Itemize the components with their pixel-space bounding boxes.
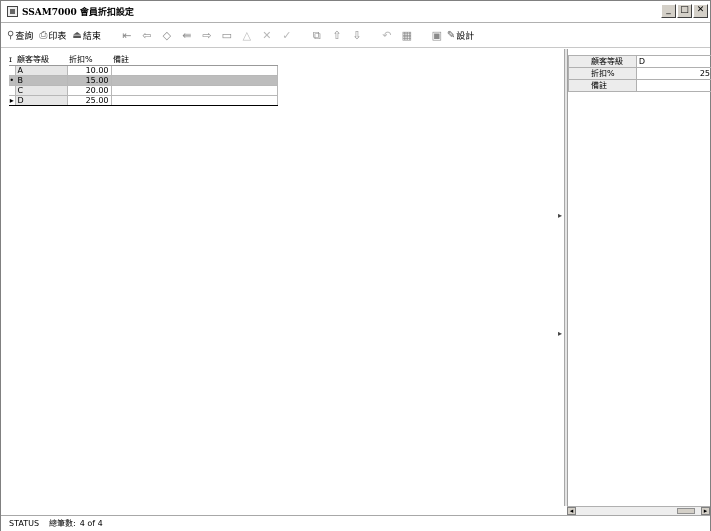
collapse-arrow-icon[interactable]: ▸ [558,329,562,338]
last-icon[interactable]: ⇨ [197,29,217,42]
property-row: 備註 [568,79,711,92]
cell-discount[interactable]: 15.00 [66,75,112,86]
status-bar: STATUS 總筆數: 4 of 4 [1,515,710,531]
prev-page-icon[interactable]: ⇦ [137,29,157,42]
cell-discount[interactable]: 25.00 [66,95,112,106]
window-controls: _ □ ✕ [661,4,708,18]
toolbar: ⚲ 查詢 ⎙ 印表 ⏏ 結束 ⇤ ⇦ ◇ ⇚ ⇨ ▭ △ ✕ ✓ ⧉ ⇧ ⇩ ↶… [1,24,710,48]
next-icon[interactable]: ⇚ [177,29,197,42]
exit-button[interactable]: ⏏ 結束 [72,27,100,45]
table-row[interactable]: C 20.00 [9,85,278,96]
table-row[interactable]: ▸ D 25.00 [9,95,278,106]
cell-discount[interactable]: 20.00 [66,85,112,96]
print-button[interactable]: ⎙ 印表 [39,27,66,45]
property-label: 備註 [568,79,637,92]
property-value-grade[interactable]: D [635,55,711,68]
grid-icon[interactable]: ▦ [397,29,417,42]
property-row: 顧客等級 D [568,55,711,68]
cancel-icon[interactable]: ✕ [257,29,277,42]
cell-grade[interactable]: A [14,65,68,76]
property-label: 顧客等級 [568,55,637,68]
column-header-grade[interactable]: 顧客等級 [15,54,67,66]
exit-label: 結束 [82,32,101,42]
design-label: 設計 [456,32,475,42]
printer-icon: ⎙ [39,30,48,41]
confirm-icon[interactable]: ✓ [277,29,297,42]
cell-note[interactable] [110,85,278,96]
column-header-discount[interactable]: 折扣% [67,54,111,66]
query-label: 查詢 [15,32,34,42]
maximize-button[interactable]: □ [677,4,692,18]
copy-icon[interactable]: ⧉ [307,29,327,43]
cell-grade[interactable]: C [14,85,68,96]
binoculars-icon: ⚲ [7,30,15,41]
title-bar: SSAM7000 會員折扣設定 _ □ ✕ [1,1,710,23]
detail-panel: 顧客等級 D 折扣% 25 備註 [567,49,711,506]
record-count-label: 總筆數: [49,519,76,528]
cell-discount[interactable]: 10.00 [66,65,112,76]
horizontal-scrollbar[interactable]: ◂ ▸ [567,506,710,515]
grid-panel: ɪ 顧客等級 折扣% 備註 A 10.00 • B 15.00 C 20.00 … [1,49,564,506]
exit-icon: ⏏ [72,30,82,41]
app-icon [7,6,18,17]
table-row[interactable]: A 10.00 [9,65,278,76]
app-window: SSAM7000 會員折扣設定 _ □ ✕ ⚲ 查詢 ⎙ 印表 ⏏ 結束 ⇤ ⇦… [0,0,711,531]
cell-grade[interactable]: B [14,75,68,86]
scroll-left-icon[interactable]: ◂ [567,507,576,515]
property-label: 折扣% [568,67,637,80]
close-button[interactable]: ✕ [693,4,708,18]
first-icon[interactable]: ⇤ [117,29,137,42]
design-button[interactable]: ✎ 設計 [447,27,474,45]
property-row: 折扣% 25 [568,67,711,80]
minimize-button[interactable]: _ [661,4,676,18]
insert-below-icon[interactable]: ⇩ [347,29,367,42]
prev-icon[interactable]: ◇ [157,29,177,42]
scroll-right-icon[interactable]: ▸ [701,507,710,515]
discount-grid[interactable]: ɪ 顧客等級 折扣% 備註 A 10.00 • B 15.00 C 20.00 … [9,54,278,106]
row-indicator[interactable]: • [9,75,16,86]
query-button[interactable]: ⚲ 查詢 [7,27,33,45]
triangle-icon[interactable]: △ [237,29,257,42]
property-grid: 顧客等級 D 折扣% 25 備註 [568,55,711,92]
window-title: SSAM7000 會員折扣設定 [22,8,134,18]
cell-note[interactable] [110,95,278,106]
cell-note[interactable] [110,75,278,86]
undo-icon[interactable]: ↶ [377,29,397,42]
insert-above-icon[interactable]: ⇧ [327,29,347,42]
print-label: 印表 [48,32,67,42]
cell-note[interactable] [110,65,278,76]
scroll-thumb[interactable] [677,508,695,514]
status-label: STATUS [9,519,40,528]
cell-grade[interactable]: D [14,95,68,106]
image-icon[interactable]: ▣ [427,29,447,42]
column-header-note[interactable]: 備註 [111,54,277,66]
minus-icon[interactable]: ▭ [217,29,237,42]
record-count-value: 4 of 4 [79,519,103,528]
table-row[interactable]: • B 15.00 [9,75,278,86]
expand-arrow-icon[interactable]: ▸ [558,211,562,220]
property-value-note[interactable] [635,79,711,92]
property-value-discount[interactable]: 25 [635,67,711,80]
design-icon: ✎ [446,30,456,41]
